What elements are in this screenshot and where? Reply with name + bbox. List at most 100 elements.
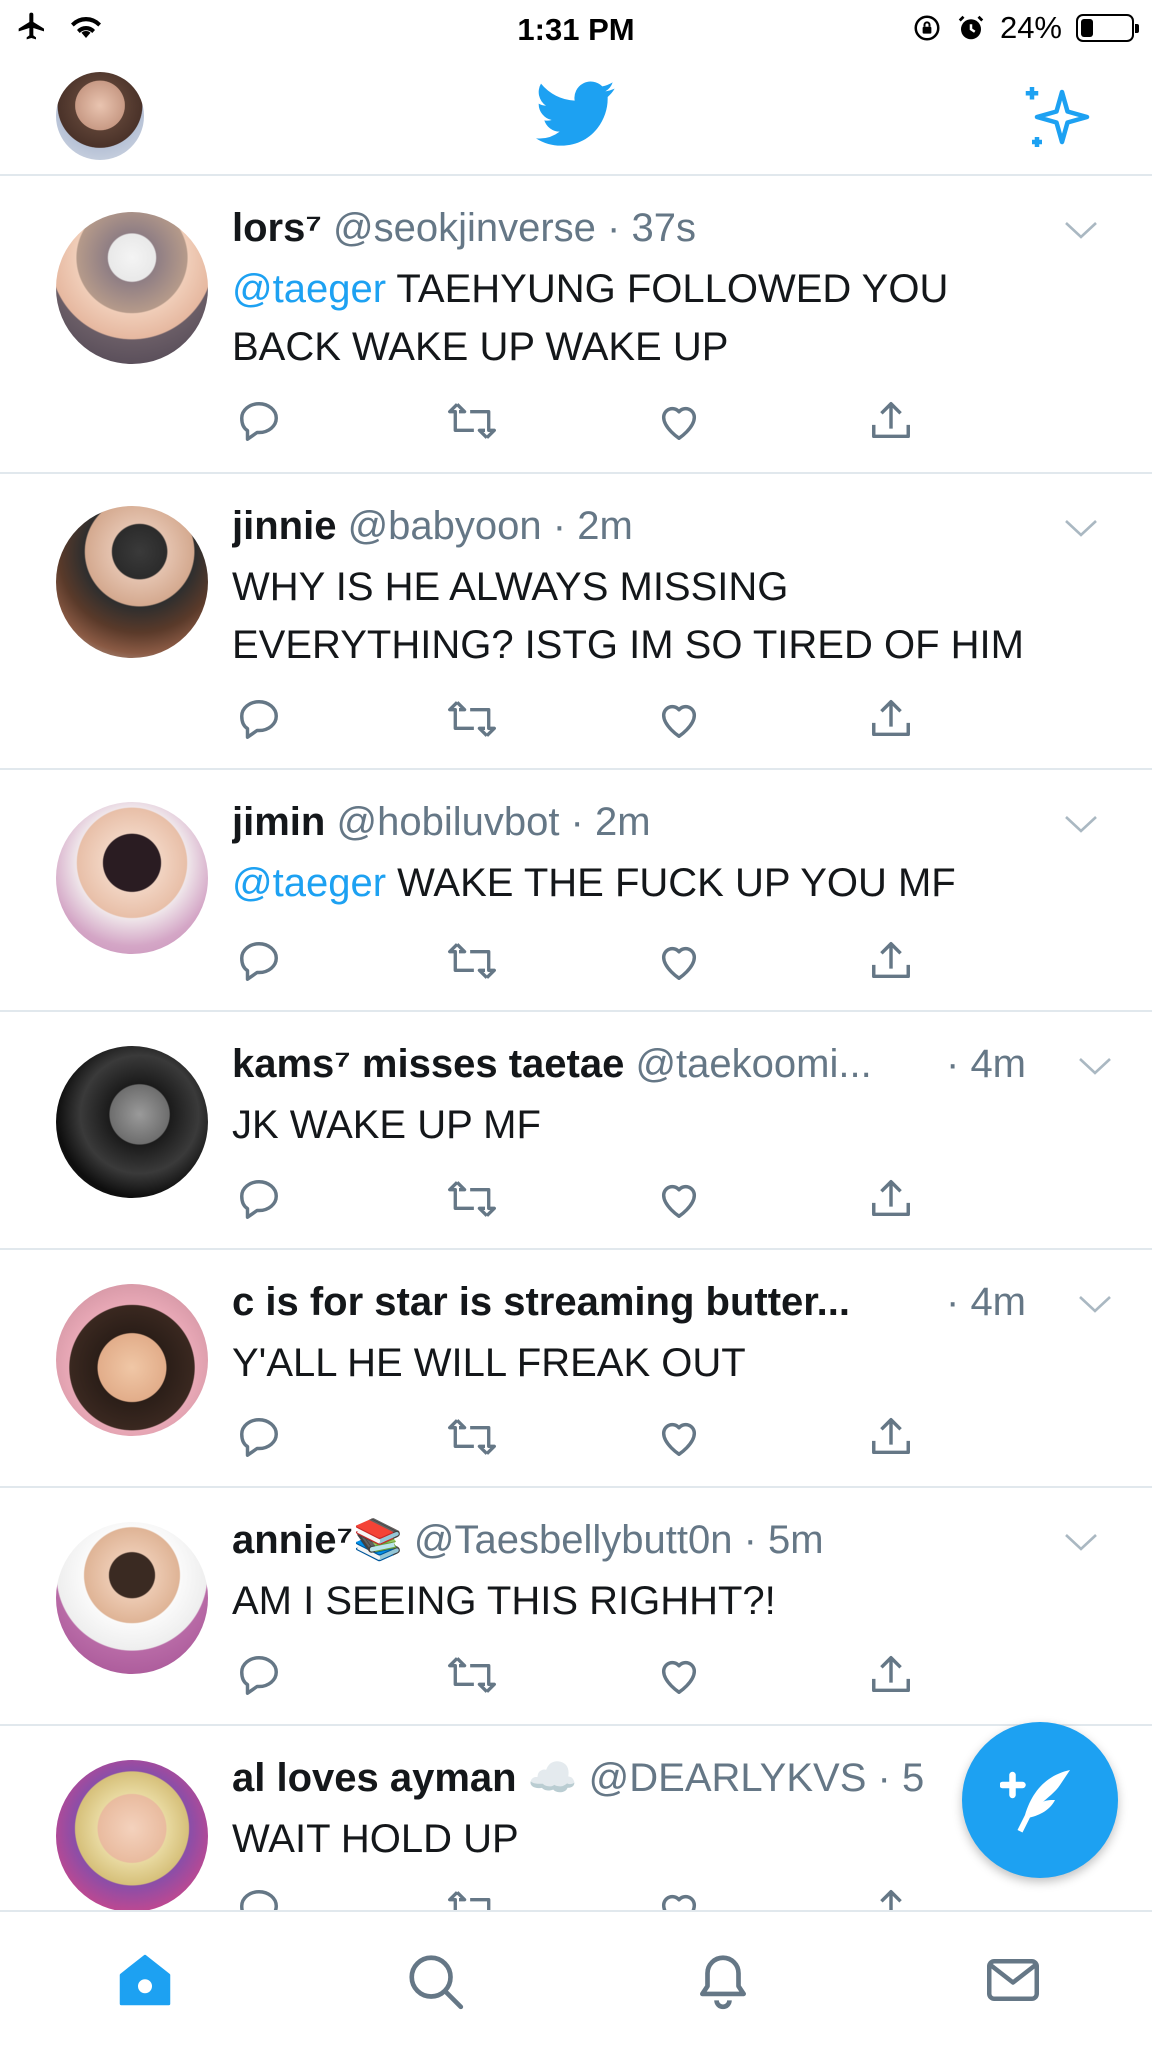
top-nav-bar [0,58,1152,176]
search-icon[interactable] [404,1950,466,2012]
share-icon[interactable] [868,938,914,984]
share-icon[interactable] [868,696,914,742]
tweet-actions [232,1414,932,1464]
retweet-icon[interactable] [446,1652,498,1698]
retweet-icon[interactable] [446,1176,498,1222]
handle[interactable]: @Taesbellybutt0n [414,1518,733,1562]
profile-avatar[interactable] [56,72,144,160]
reply-icon[interactable] [236,938,282,984]
avatar[interactable] [56,802,208,954]
mention-link[interactable]: @taeger [232,267,386,311]
tweet[interactable]: c is for star is streaming butter... · 4… [0,1250,1152,1488]
notifications-icon[interactable] [692,1950,754,2012]
handle[interactable]: @seokjinverse [333,206,596,250]
chevron-down-icon[interactable] [1064,518,1098,538]
mention-link[interactable]: @taeger [232,861,386,905]
avatar[interactable] [56,1284,208,1436]
reply-icon[interactable] [236,398,282,444]
tweet-time: 2m [577,504,633,548]
tweet[interactable]: jimin @hobiluvbot · 2m @taeger WAKE THE … [0,770,1152,1012]
sparkle-icon[interactable] [1022,82,1092,152]
tweet[interactable]: kams⁷ misses taetae @taekoomi... · 4m JK… [0,1012,1152,1250]
status-right: 24% [912,10,1139,46]
tweet-text-line2: BACK WAKE UP WAKE UP [232,325,729,369]
handle[interactable]: @babyoon [348,504,542,548]
avatar[interactable] [56,1522,208,1674]
tweet[interactable]: lors⁷ @seokjinverse · 37s @taeger TAEHYU… [0,176,1152,474]
share-icon[interactable] [868,1886,914,1910]
tweet[interactable]: annie⁷📚 @Taesbellybutt0n · 5m AM I SEEIN… [0,1488,1152,1726]
retweet-icon[interactable] [446,398,498,444]
tweet-actions [232,696,932,746]
like-icon[interactable] [656,1414,702,1460]
battery-percent: 24% [999,10,1062,45]
tweet-time: 5 [901,1756,925,1800]
retweet-icon[interactable] [446,1886,498,1910]
share-icon[interactable] [868,1652,914,1698]
display-name[interactable]: al loves ayman ☁️ [232,1756,578,1800]
retweet-icon[interactable] [446,1414,498,1460]
chevron-down-icon[interactable] [1078,1294,1112,1314]
compose-tweet-button[interactable] [962,1722,1118,1878]
display-name[interactable]: c is for star is streaming butter... [232,1280,850,1324]
handle[interactable]: @DEARLYKVS [589,1756,867,1800]
tweet-header: lors⁷ @seokjinverse · 37s [232,206,696,250]
like-icon[interactable] [656,1176,702,1222]
twitter-bird-icon [536,81,615,146]
handle[interactable]: @taekoomi... [635,1042,871,1086]
status-bar: 1:31 PM 24% [0,0,1152,58]
display-name[interactable]: annie⁷📚 [232,1518,403,1562]
display-name[interactable]: jinnie [232,504,336,548]
tweet-time: 4m [970,1042,1027,1086]
chevron-down-icon[interactable] [1064,1532,1098,1552]
retweet-icon[interactable] [446,938,498,984]
tweet-time: 37s [631,206,696,250]
tweet-time: 2m [594,800,651,844]
chevron-down-icon[interactable] [1078,1056,1112,1076]
avatar[interactable] [56,1760,208,1910]
avatar[interactable] [56,506,208,658]
chevron-down-icon[interactable] [1064,814,1098,834]
like-icon[interactable] [656,1886,702,1910]
messages-icon[interactable] [982,1950,1044,2010]
tweet-time: 5m [768,1518,824,1562]
display-name[interactable]: jimin [232,800,325,844]
tweet[interactable]: jinnie @babyoon · 2m WHY IS HE ALWAYS MI… [0,474,1152,770]
compose-feather-icon [1000,1770,1070,1833]
share-icon[interactable] [868,1176,914,1222]
orientation-lock-icon [914,15,940,41]
reply-icon[interactable] [236,1414,282,1460]
bottom-tab-bar [0,1910,1152,2048]
tweet-actions [232,1176,932,1226]
tweet-text: @taeger WAKE THE FUCK UP YOU MF [232,854,1082,912]
share-icon[interactable] [868,398,914,444]
handle[interactable]: @hobiluvbot [336,800,559,844]
avatar[interactable] [56,212,208,364]
display-name[interactable]: lors⁷ [232,206,322,250]
tweet-time: 4m [970,1280,1027,1324]
tweet-text: WHY IS HE ALWAYS MISSING EVERYTHING? IST… [232,558,1082,674]
reply-icon[interactable] [236,696,282,742]
like-icon[interactable] [656,398,702,444]
reply-icon[interactable] [236,1176,282,1222]
reply-icon[interactable] [236,1652,282,1698]
like-icon[interactable] [656,696,702,742]
display-name[interactable]: kams⁷ misses taetae [232,1042,624,1086]
reply-icon[interactable] [236,1886,282,1910]
retweet-icon[interactable] [446,696,498,742]
tweet-actions [232,938,932,988]
chevron-down-icon[interactable] [1064,220,1098,240]
like-icon[interactable] [656,938,702,984]
tweet-header: c is for star is streaming butter... [232,1278,932,1326]
share-icon[interactable] [868,1414,914,1460]
avatar[interactable] [56,1046,208,1198]
like-icon[interactable] [656,1652,702,1698]
tweet-text: AM I SEEING THIS RIGHHT?! [232,1572,1082,1630]
tweet-text: @taeger TAEHYUNG FOLLOWED YOU BACK WAKE … [232,260,1082,376]
tweet-text-line1: TAEHYUNG FOLLOWED YOU [386,267,949,311]
alarm-icon [958,15,984,40]
battery-icon [1076,14,1139,42]
home-icon[interactable] [114,1950,176,2010]
tweet-text: Y'ALL HE WILL FREAK OUT [232,1334,1082,1392]
tweet-text-line1: WAIT HOLD UP [232,1817,519,1861]
